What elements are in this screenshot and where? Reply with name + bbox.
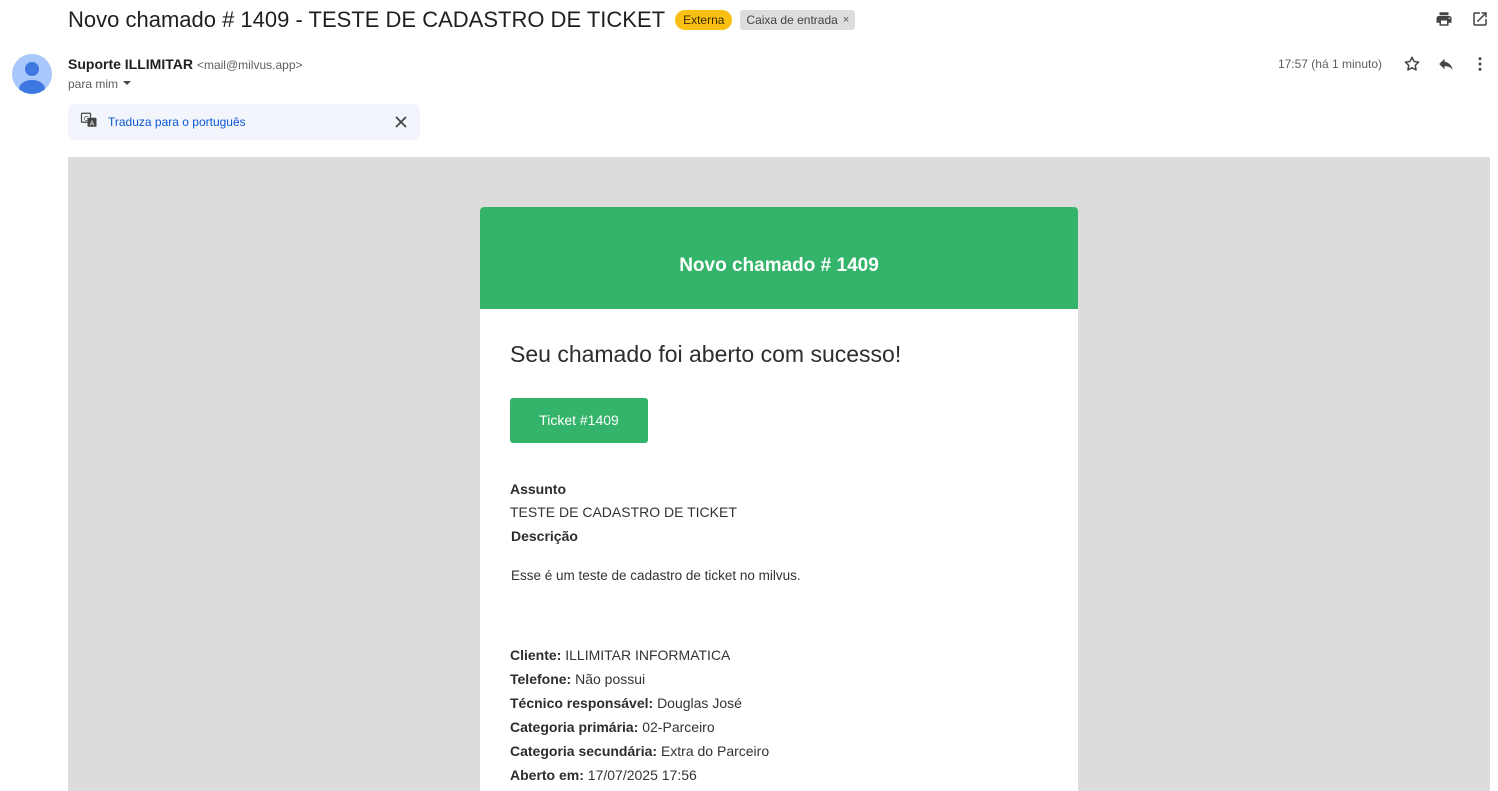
detail-row-categoria-primaria: Categoria primária: 02-Parceiro [510,715,1048,739]
print-icon[interactable] [1434,9,1454,29]
detail-value: 02-Parceiro [642,719,715,735]
detail-label: Aberto em: [510,767,584,783]
inbox-label-text: Caixa de entrada [746,13,838,27]
email-body: Novo chamado # 1409 Seu chamado foi aber… [68,157,1490,791]
translate-bar: G A Traduza para o português [68,104,420,140]
email-subject: Novo chamado # 1409 - TESTE DE CADASTRO … [68,7,666,32]
more-vert-icon[interactable] [1470,54,1490,74]
translate-icon: G A [80,111,98,134]
dropdown-arrow-icon [122,77,132,91]
top-actions [1434,9,1490,29]
timestamp: 17:57 (há 1 minuto) [1277,57,1382,71]
detail-row-tecnico: Técnico responsável: Douglas José [510,691,1048,715]
assunto-label: Assunto [510,481,566,497]
close-icon[interactable] [394,115,408,129]
inbox-label-chip[interactable]: Caixa de entrada × [740,10,856,30]
ticket-details: Cliente: ILLIMITAR INFORMATICA Telefone:… [510,643,1048,787]
detail-value: Não possui [575,671,646,687]
success-title: Seu chamado foi aberto com sucesso! [510,341,902,367]
email-card: Novo chamado # 1409 Seu chamado foi aber… [480,207,1078,791]
svg-text:A: A [90,119,95,127]
subject-row: Novo chamado # 1409 - TESTE DE CADASTRO … [68,6,856,34]
assunto-value: TESTE DE CADASTRO DE TICKET [510,504,737,520]
external-badge: Externa [675,10,733,30]
sender-email: <mail@milvus.app> [196,58,303,72]
message-actions: 17:57 (há 1 minuto) [1278,54,1490,74]
banner-title: Novo chamado # 1409 [679,255,879,276]
email-banner: Novo chamado # 1409 [480,207,1078,309]
avatar-icon[interactable] [12,54,52,94]
detail-row-telefone: Telefone: Não possui [510,667,1048,691]
recipients-toggle[interactable]: para mim [68,77,132,91]
reply-icon[interactable] [1436,54,1456,74]
ticket-button[interactable]: Ticket #1409 [510,398,648,443]
detail-label: Categoria secundária: [510,743,658,759]
remove-label-button[interactable]: × [843,14,849,26]
detail-label: Telefone: [510,671,572,687]
detail-row-aberto-em: Aberto em: 17/07/2025 17:56 [510,763,1048,787]
detail-row-cliente: Cliente: ILLIMITAR INFORMATICA [510,643,1048,667]
recipients-text: para mim [68,77,119,91]
sender-name[interactable]: Suporte ILLIMITAR [68,56,193,72]
descricao-value: Esse é um teste de cadastro de ticket no… [511,568,801,583]
open-in-new-icon[interactable] [1470,9,1490,29]
email-content: Seu chamado foi aberto com sucesso! Tick… [480,309,1078,787]
sender-line: Suporte ILLIMITAR <mail@milvus.app> [68,56,303,72]
detail-value: 17/07/2025 17:56 [587,767,697,783]
detail-label: Técnico responsável: [510,695,654,711]
detail-value: Douglas José [657,695,742,711]
detail-row-categoria-secundaria: Categoria secundária: Extra do Parceiro [510,739,1048,763]
detail-label: Cliente: [510,647,562,663]
detail-value: Extra do Parceiro [660,743,770,759]
detail-value: ILLIMITAR INFORMATICA [565,647,731,663]
detail-label: Categoria primária: [510,719,639,735]
descricao-label: Descrição [511,528,578,544]
translate-link[interactable]: Traduza para o português [108,115,246,129]
star-icon[interactable] [1402,54,1422,74]
